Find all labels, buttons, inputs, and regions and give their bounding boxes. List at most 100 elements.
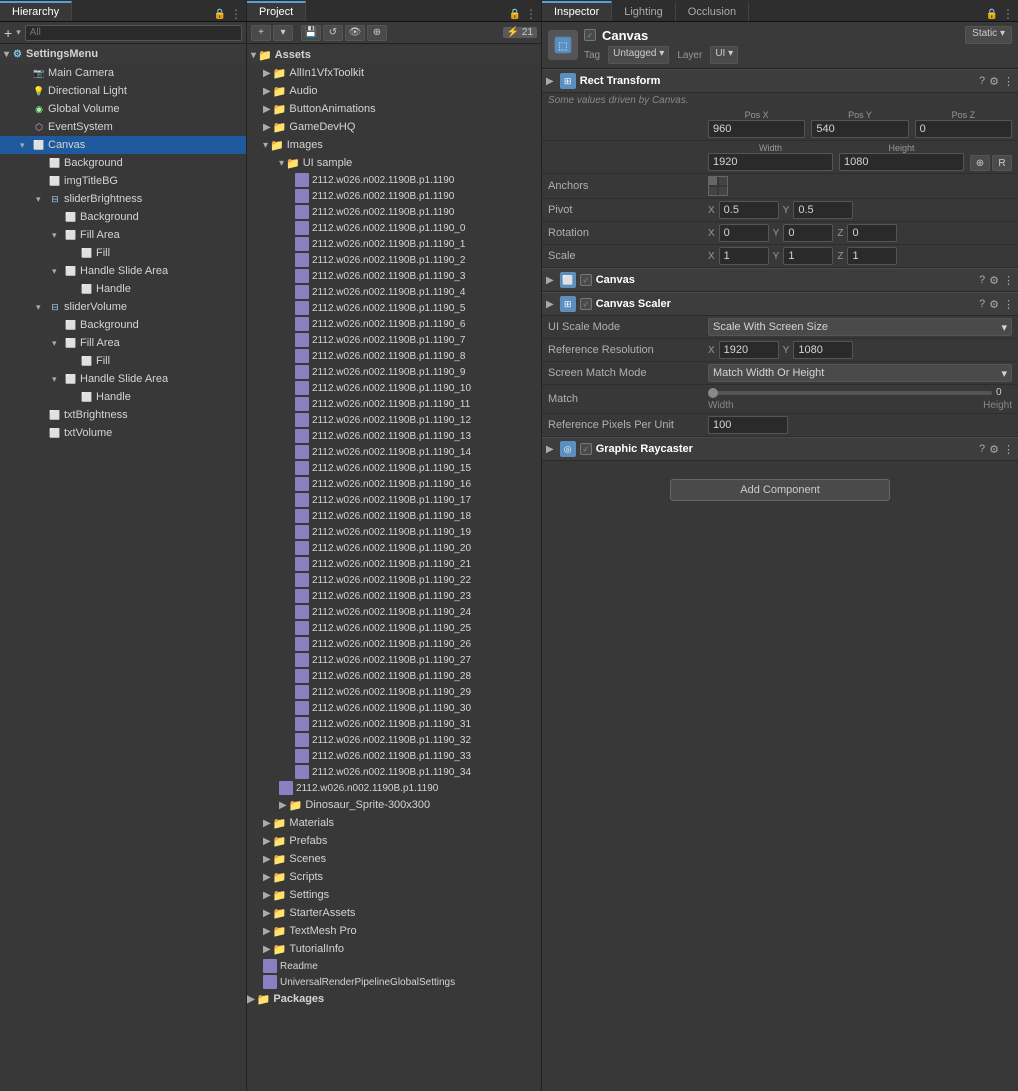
inspector-menu-icon[interactable]: ⋮ (1002, 7, 1014, 21)
file-item-11[interactable]: 2112.w026.n002.1190B.p1.1190_8 (247, 348, 541, 364)
hierarchy-item-txtbrightness[interactable]: ⬜ txtBrightness (0, 406, 246, 424)
hierarchy-item-sliderbrightness[interactable]: ▾ ⊟ sliderBrightness (0, 190, 246, 208)
hierarchy-item-global-volume[interactable]: ◉ Global Volume (0, 100, 246, 118)
file-item-27[interactable]: 2112.w026.n002.1190B.p1.1190_24 (247, 604, 541, 620)
canvas-enabled[interactable]: ✓ (580, 274, 592, 286)
hierarchy-item-eventsystem[interactable]: ⬡ EventSystem (0, 118, 246, 136)
static-button[interactable]: Static ▾ (965, 26, 1012, 44)
scale-z-input[interactable] (847, 247, 897, 265)
pivot-x-input[interactable] (719, 201, 779, 219)
file-item-36[interactable]: 2112.w026.n002.1190B.p1.1190_33 (247, 748, 541, 764)
file-item-29[interactable]: 2112.w026.n002.1190B.p1.1190_26 (247, 636, 541, 652)
file-readme[interactable]: Readme (247, 958, 541, 974)
help-icon[interactable]: ? (979, 443, 985, 456)
canvas-scaler-enabled[interactable]: ✓ (580, 298, 592, 310)
file-item-10[interactable]: 2112.w026.n002.1190B.p1.1190_7 (247, 332, 541, 348)
folder-settings[interactable]: ▶ 📁 Settings (247, 886, 541, 904)
scene-root[interactable]: ▾ ⚙ SettingsMenu (0, 44, 246, 64)
hierarchy-menu-icon[interactable]: ⋮ (230, 7, 242, 21)
hierarchy-item-handle2[interactable]: ⬜ Handle (0, 388, 246, 406)
project-assets-root[interactable]: ▾ 📁 Assets (247, 46, 541, 64)
hierarchy-item-main-camera[interactable]: 📷 Main Camera (0, 64, 246, 82)
width-input[interactable] (708, 153, 833, 171)
constrain-btn[interactable]: ⊕ (970, 155, 990, 171)
height-input[interactable] (839, 153, 964, 171)
folder-buttonanims[interactable]: ▶ 📁 ButtonAnimations (247, 100, 541, 118)
project-refresh-button[interactable]: ↺ (323, 25, 343, 41)
file-item-2[interactable]: 2112.w026.n002.1190B.p1.1190 (247, 204, 541, 220)
file-item-28[interactable]: 2112.w026.n002.1190B.p1.1190_25 (247, 620, 541, 636)
hierarchy-item-slidervolume[interactable]: ▾ ⊟ sliderVolume (0, 298, 246, 316)
project-eye-button[interactable]: 👁 (345, 25, 365, 41)
hierarchy-add-icon[interactable]: + (4, 25, 12, 41)
file-item-18[interactable]: 2112.w026.n002.1190B.p1.1190_15 (247, 460, 541, 476)
file-item-30[interactable]: 2112.w026.n002.1190B.p1.1190_27 (247, 652, 541, 668)
file-item-8[interactable]: 2112.w026.n002.1190B.p1.1190_5 (247, 300, 541, 316)
file-item-4[interactable]: 2112.w026.n002.1190B.p1.1190_1 (247, 236, 541, 252)
hierarchy-dropdown-icon[interactable]: ▾ (16, 27, 21, 38)
file-item-12[interactable]: 2112.w026.n002.1190B.p1.1190_9 (247, 364, 541, 380)
hierarchy-item-background3[interactable]: ⬜ Background (0, 316, 246, 334)
help-icon[interactable]: ? (979, 274, 985, 287)
file-item-34[interactable]: 2112.w026.n002.1190B.p1.1190_31 (247, 716, 541, 732)
hierarchy-item-background[interactable]: ⬜ Background (0, 154, 246, 172)
menu-icon[interactable]: ⋮ (1003, 298, 1014, 311)
hierarchy-item-dir-light[interactable]: 💡 Directional Light (0, 82, 246, 100)
project-dropdown-button[interactable]: ▾ (273, 25, 293, 41)
file-item-24[interactable]: 2112.w026.n002.1190B.p1.1190_21 (247, 556, 541, 572)
file-item-16[interactable]: 2112.w026.n002.1190B.p1.1190_13 (247, 428, 541, 444)
pos-z-input[interactable] (915, 120, 1012, 138)
hierarchy-item-fill[interactable]: ⬜ Fill (0, 244, 246, 262)
canvas-scaler-collapse[interactable]: ▶ (546, 299, 554, 310)
canvas-collapse[interactable]: ▶ (546, 275, 554, 286)
file-item-6[interactable]: 2112.w026.n002.1190B.p1.1190_3 (247, 268, 541, 284)
scale-x-input[interactable] (719, 247, 769, 265)
pos-y-input[interactable] (811, 120, 908, 138)
settings-icon[interactable]: ⚙ (989, 274, 999, 287)
tab-lighting[interactable]: Lighting (612, 3, 676, 21)
gc-enabled[interactable]: ✓ (580, 443, 592, 455)
r-btn[interactable]: R (992, 155, 1012, 171)
project-save-button[interactable]: 💾 (301, 25, 321, 41)
tag-dropdown[interactable]: Untagged ▾ (608, 46, 669, 64)
hierarchy-item-canvas[interactable]: ▾ ⬜ Canvas (0, 136, 246, 154)
folder-scripts[interactable]: ▶ 📁 Scripts (247, 868, 541, 886)
hierarchy-item-txtvolume[interactable]: ⬜ txtVolume (0, 424, 246, 442)
ref-res-x-input[interactable] (719, 341, 779, 359)
tab-occlusion[interactable]: Occlusion (676, 3, 749, 21)
ui-scale-mode-dropdown[interactable]: Scale With Screen Size ▾ (708, 318, 1012, 336)
settings-icon[interactable]: ⚙ (989, 298, 999, 311)
screen-match-dropdown[interactable]: Match Width Or Height ▾ (708, 364, 1012, 382)
hierarchy-item-fillarea[interactable]: ▾ ⬜ Fill Area (0, 226, 246, 244)
tab-inspector[interactable]: Inspector (542, 1, 612, 21)
pos-x-input[interactable] (708, 120, 805, 138)
folder-scenes[interactable]: ▶ 📁 Scenes (247, 850, 541, 868)
folder-starterassets[interactable]: ▶ 📁 StarterAssets (247, 904, 541, 922)
rot-z-input[interactable] (847, 224, 897, 242)
file-item-32[interactable]: 2112.w026.n002.1190B.p1.1190_29 (247, 684, 541, 700)
rot-x-input[interactable] (719, 224, 769, 242)
hierarchy-item-fillarea2[interactable]: ▾ ⬜ Fill Area (0, 334, 246, 352)
hierarchy-search-input[interactable] (25, 25, 242, 41)
menu-icon[interactable]: ⋮ (1003, 75, 1014, 88)
add-component-button[interactable]: Add Component (670, 479, 890, 501)
rect-collapse-arrow[interactable]: ▶ (546, 76, 554, 87)
menu-icon[interactable]: ⋮ (1003, 274, 1014, 287)
scale-y-input[interactable] (783, 247, 833, 265)
tab-project[interactable]: Project (247, 1, 306, 21)
file-item-5[interactable]: 2112.w026.n002.1190B.p1.1190_2 (247, 252, 541, 268)
file-item-22[interactable]: 2112.w026.n002.1190B.p1.1190_19 (247, 524, 541, 540)
file-item-9[interactable]: 2112.w026.n002.1190B.p1.1190_6 (247, 316, 541, 332)
ref-pixels-input[interactable] (708, 416, 788, 434)
tab-hierarchy[interactable]: Hierarchy (0, 1, 72, 21)
hierarchy-item-handle[interactable]: ⬜ Handle (0, 280, 246, 298)
file-item-0[interactable]: 2112.w026.n002.1190B.p1.1190 (247, 172, 541, 188)
file-item-23[interactable]: 2112.w026.n002.1190B.p1.1190_20 (247, 540, 541, 556)
folder-textmesh[interactable]: ▶ 📁 TextMesh Pro (247, 922, 541, 940)
hierarchy-item-handleslide2[interactable]: ▾ ⬜ Handle Slide Area (0, 370, 246, 388)
file-item-20[interactable]: 2112.w026.n002.1190B.p1.1190_17 (247, 492, 541, 508)
hierarchy-item-background2[interactable]: ⬜ Background (0, 208, 246, 226)
help-icon[interactable]: ? (979, 75, 985, 88)
gc-collapse[interactable]: ▶ (546, 444, 554, 455)
hierarchy-item-fill2[interactable]: ⬜ Fill (0, 352, 246, 370)
